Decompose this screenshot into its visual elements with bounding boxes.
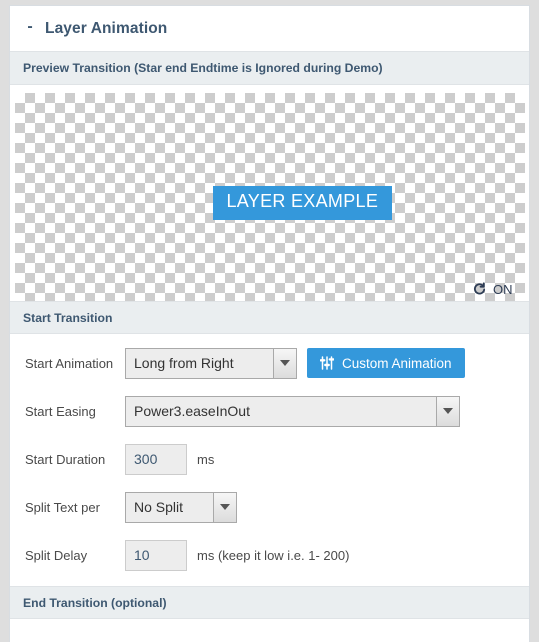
start-easing-select-wrap: Power3.easeInOut: [125, 395, 460, 427]
loop-state-label: ON: [493, 282, 513, 297]
section-bar-start-transition: Start Transition: [10, 301, 529, 334]
start-transition-form: Start Animation Long from Right Custom A…: [10, 334, 529, 586]
label-start-animation: Start Animation: [25, 355, 114, 371]
label-start-duration: Start Duration: [25, 451, 106, 467]
section-bar-end-transition: End Transition (optional): [10, 586, 529, 619]
row-start-easing: Start Easing Power3.easeInOut: [10, 394, 529, 428]
start-animation-select-wrap: Long from Right: [125, 347, 297, 379]
panel-header: - Layer Animation: [10, 6, 529, 52]
row-start-animation: Start Animation Long from Right Custom A…: [10, 346, 529, 380]
layer-animation-panel: - Layer Animation Preview Transition (St…: [9, 5, 530, 642]
start-easing-select[interactable]: Power3.easeInOut: [125, 395, 460, 427]
split-delay-unit: ms (keep it low i.e. 1- 200): [197, 547, 350, 563]
custom-animation-label: Custom Animation: [342, 355, 452, 371]
loop-refresh-icon: [472, 282, 487, 297]
page-title: Layer Animation: [45, 19, 168, 37]
row-split-delay: Split Delay ms (keep it low i.e. 1- 200): [10, 538, 529, 572]
preview-area: LAYER EXAMPLE ON: [10, 85, 529, 301]
label-start-easing: Start Easing: [25, 403, 96, 419]
preview-stage[interactable]: LAYER EXAMPLE ON: [14, 93, 525, 301]
row-split-text-per: Split Text per No Split: [10, 490, 529, 524]
split-delay-input[interactable]: [125, 539, 187, 571]
loop-toggle[interactable]: ON: [472, 282, 513, 297]
section-bar-start-label: Start Transition: [23, 310, 113, 325]
section-bar-preview-label: Preview Transition (Star end Endtime is …: [23, 61, 383, 75]
split-text-select-wrap: No Split: [125, 491, 237, 523]
section-bar-preview-transition: Preview Transition (Star end Endtime is …: [10, 52, 529, 85]
split-text-per-select[interactable]: No Split: [125, 491, 237, 523]
layer-example-button[interactable]: LAYER EXAMPLE: [212, 186, 393, 220]
collapse-toggle-icon[interactable]: -: [23, 19, 37, 38]
sliders-icon: [320, 356, 334, 370]
label-split-text-per: Split Text per: [25, 499, 100, 515]
label-split-delay: Split Delay: [25, 547, 88, 563]
section-bar-end-label: End Transition (optional): [23, 595, 167, 610]
start-animation-select[interactable]: Long from Right: [125, 347, 297, 379]
start-duration-unit: ms: [197, 451, 215, 467]
custom-animation-button[interactable]: Custom Animation: [307, 348, 465, 378]
row-start-duration: Start Duration ms: [10, 442, 529, 476]
start-duration-input[interactable]: [125, 443, 187, 475]
